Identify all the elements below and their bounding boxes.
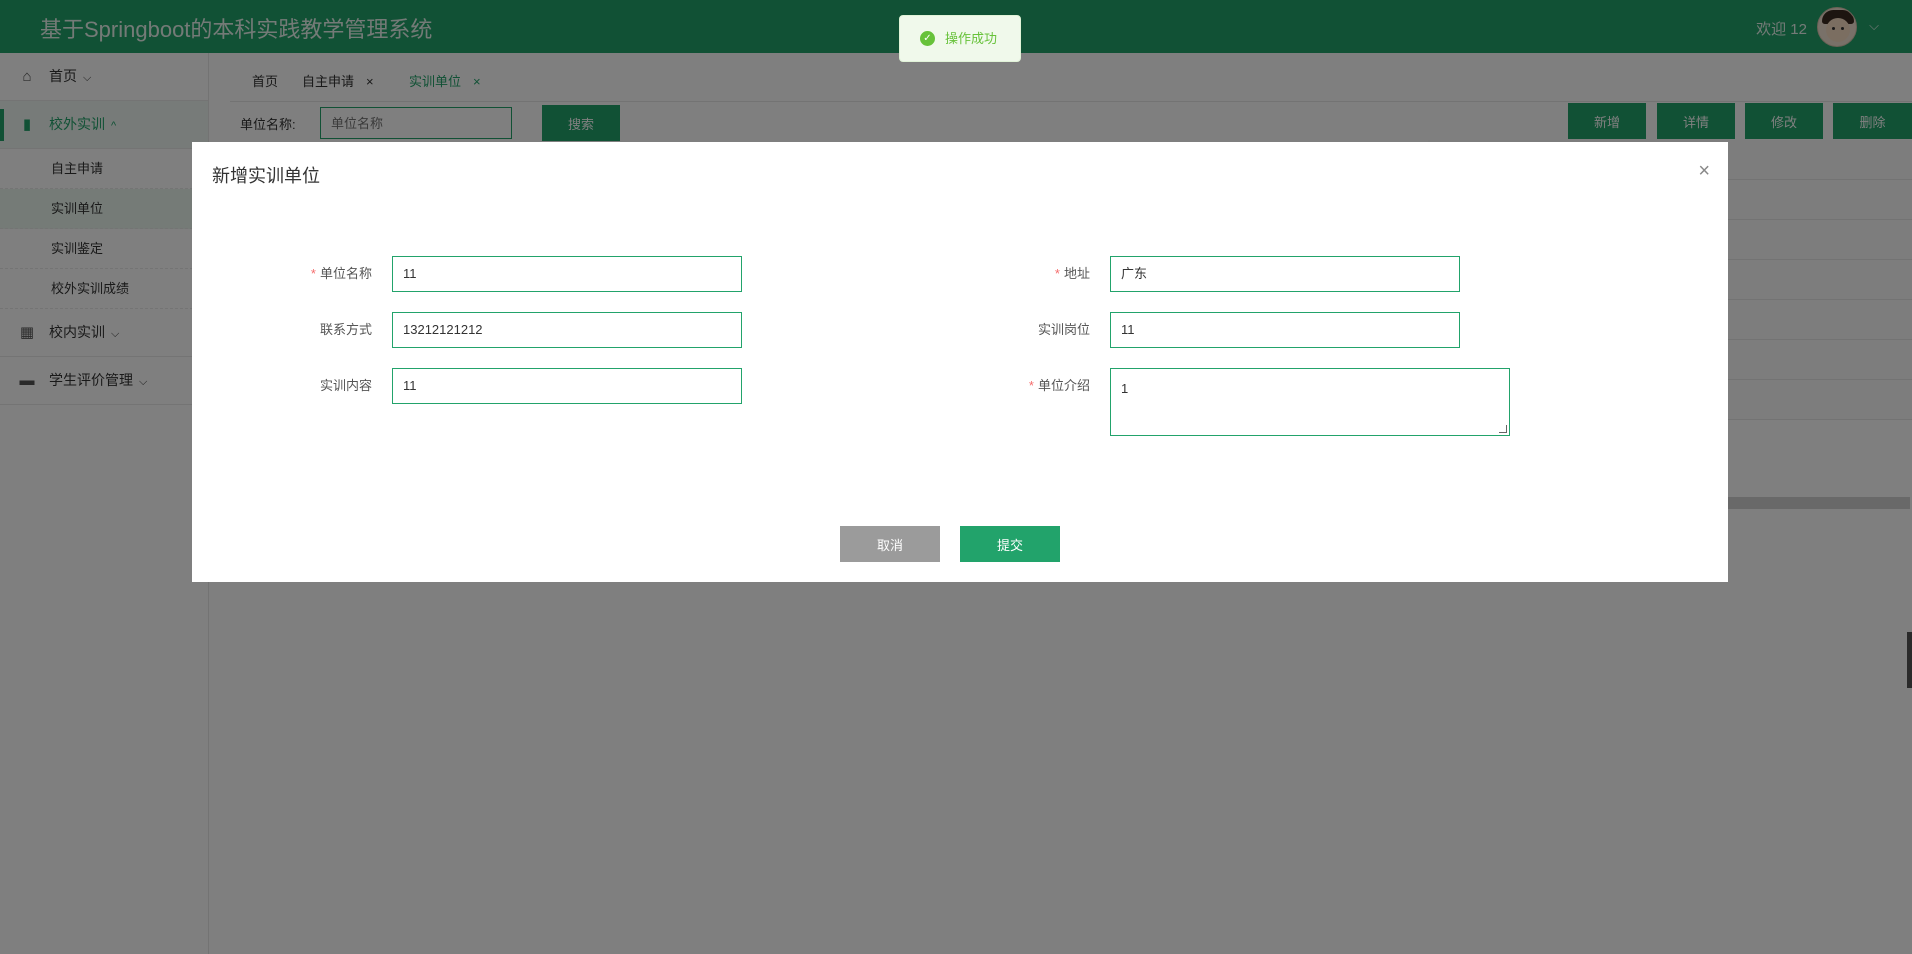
- submit-button[interactable]: 提交: [960, 526, 1060, 562]
- content-label: 实训内容: [319, 378, 372, 393]
- dialog-title: 新增实训单位: [212, 166, 320, 186]
- position-label: 实训岗位: [1037, 322, 1090, 337]
- add-training-unit-dialog: 新增实训单位 × * 单位名称 11 * 地址 广东 联系方式 1321212121…: [192, 142, 1728, 582]
- success-toast: ✓ 操作成功: [899, 15, 1021, 62]
- close-icon[interactable]: ×: [1698, 160, 1710, 183]
- unit-name-field[interactable]: 11: [392, 256, 742, 292]
- intro-text: 1: [1121, 381, 1129, 396]
- resize-handle-icon[interactable]: [1499, 425, 1507, 433]
- content-field[interactable]: 11: [392, 368, 742, 404]
- intro-textarea[interactable]: 1: [1110, 368, 1510, 436]
- unit-name-label: * 单位名称: [310, 266, 372, 281]
- contact-field[interactable]: 13212121212: [392, 312, 742, 348]
- address-field[interactable]: 广东: [1110, 256, 1460, 292]
- check-circle-icon: ✓: [920, 31, 935, 46]
- address-label: * 地址: [1054, 266, 1090, 281]
- intro-label: * 单位介绍: [1028, 378, 1090, 393]
- cancel-button[interactable]: 取消: [840, 526, 940, 562]
- toast-text: 操作成功: [945, 31, 998, 46]
- position-field[interactable]: 11: [1110, 312, 1460, 348]
- contact-label: 联系方式: [319, 322, 372, 337]
